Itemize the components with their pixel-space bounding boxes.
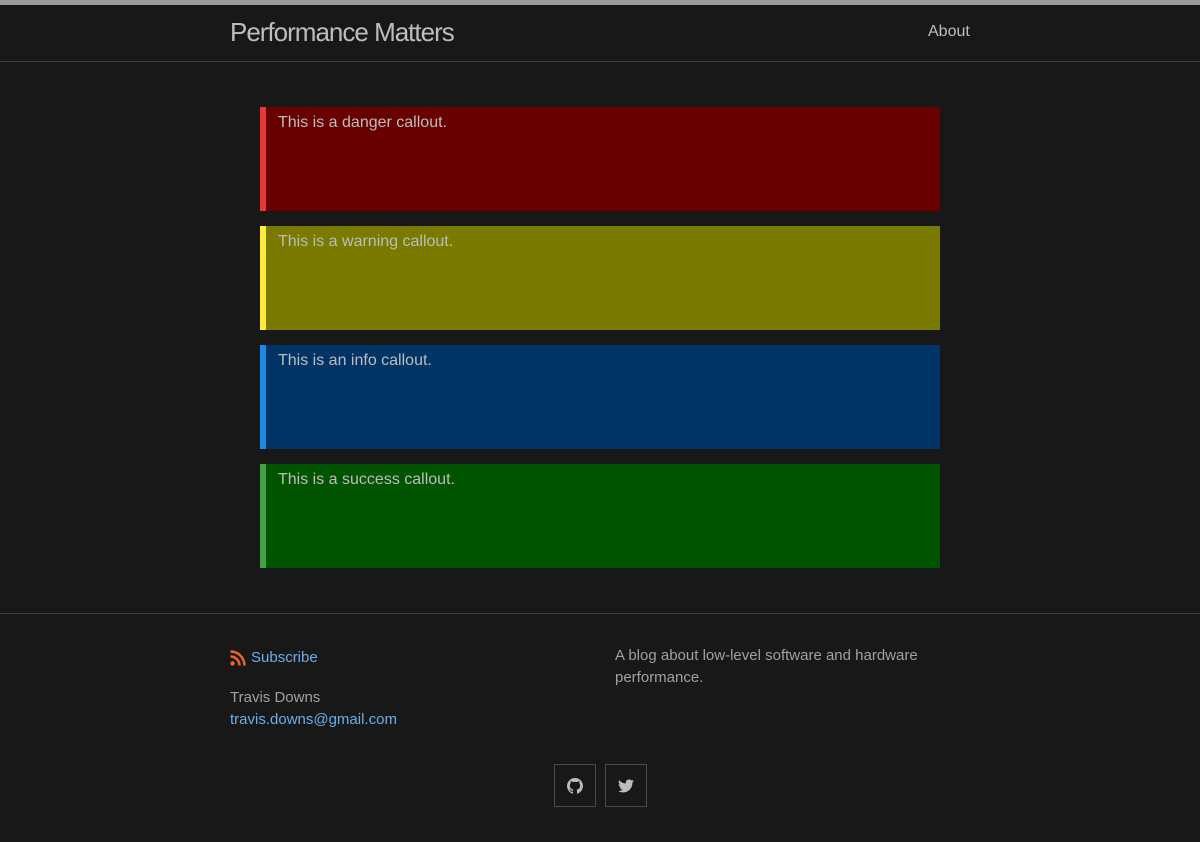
- subscribe-label: Subscribe: [251, 649, 318, 666]
- success-callout-text: This is a success callout.: [278, 471, 455, 488]
- author-name: Travis Downs: [230, 689, 321, 706]
- twitter-icon: [618, 779, 634, 793]
- warning-callout-text: This is a warning callout.: [278, 233, 454, 250]
- success-callout: This is a success callout.: [260, 464, 940, 568]
- github-button[interactable]: [554, 764, 596, 807]
- danger-callout-text: This is a danger callout.: [278, 114, 447, 131]
- info-callout-text: This is an info callout.: [278, 352, 432, 369]
- site-header: Performance Matters About: [0, 5, 1200, 62]
- github-icon: [567, 777, 583, 794]
- warning-callout: This is a warning callout.: [260, 226, 940, 330]
- email-link[interactable]: travis.downs@gmail.com: [230, 709, 397, 731]
- subscribe-link[interactable]: Subscribe: [230, 649, 318, 667]
- nav-about-link[interactable]: About: [928, 23, 970, 41]
- rss-icon: [230, 650, 246, 666]
- site-title-link[interactable]: Performance Matters: [230, 17, 455, 47]
- danger-callout: This is a danger callout.: [260, 107, 940, 211]
- twitter-button[interactable]: [605, 764, 647, 807]
- site-footer: Subscribe Travis Downs travis.downs@gmai…: [0, 613, 1200, 842]
- main-content: This is a danger callout. This is a warn…: [0, 62, 1200, 613]
- info-callout: This is an info callout.: [260, 345, 940, 449]
- site-description: A blog about low-level software and hard…: [615, 647, 918, 686]
